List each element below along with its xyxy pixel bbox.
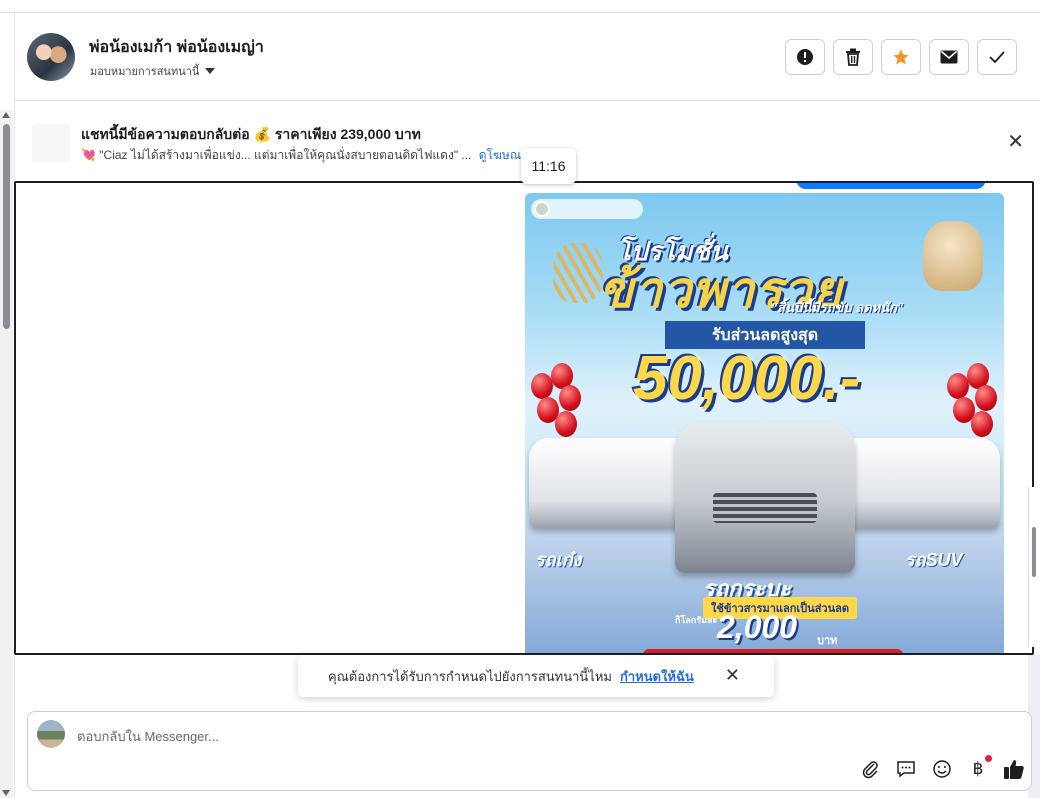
promo-image[interactable]: โปรโมชั่น ข้าวพารวย "สิ้นปีนี้มีรถขับ ลด… [525,193,1004,653]
emoji-icon [933,760,951,778]
right-scrollbar[interactable] [1028,487,1040,647]
scroll-up-icon[interactable] [2,112,10,118]
baht-label: บาท [817,635,838,647]
suv-label: รถSUV [905,550,963,570]
mark-unread-button[interactable] [929,39,969,75]
like-button[interactable] [1003,758,1025,780]
attach-icon [862,761,878,779]
assign-prompt-text: คุณต้องการได้รับการกำหนดไปยังการสนทนานี้… [328,668,612,684]
rice-price: 2,000 [717,609,798,645]
ad-description-text: 💘 "Ciaz ไม่ได้สร้างมาเพื่อแข่ง... แต่มาเ… [81,148,472,162]
promo-tagline: "สิ้นปีนี้มีรถขับ ลดหนัก" [771,300,904,315]
mark-done-button[interactable] [977,39,1017,75]
assign-to-me-link[interactable]: กำหนดให้ฉัน [620,666,694,687]
like-icon [1004,760,1024,779]
per-kg-label: กิโลกรัมละ [675,615,718,625]
balloons-right-icon [945,363,999,443]
close-icon[interactable]: ✕ [1007,132,1024,152]
contact-name[interactable]: พ่อน้องเมก้า พ่อน้องเมญ่า [89,35,264,60]
balloons-left-icon [529,363,583,443]
attach-button[interactable] [859,758,881,780]
ad-title: แชทนี้มีข้อความตอบกลับต่อ 💰 ราคาเพียง 23… [81,126,421,142]
close-icon[interactable]: ✕ [725,665,740,686]
star-button[interactable] [881,39,921,75]
reply-input[interactable]: ตอบกลับใน Messenger... [77,726,219,747]
message-time-tooltip: 11:16 [521,148,576,184]
trash-icon [846,48,860,66]
emoji-button[interactable] [931,758,953,780]
page-avatar [37,720,65,748]
alert-icon [797,49,813,65]
payment-button[interactable]: ฿ [967,755,992,780]
promo-headline-main: ข้าวพารวย [599,262,843,318]
caret-down-icon [205,68,216,74]
chat-icon [897,761,915,778]
reply-composer[interactable]: ตอบกลับใน Messenger... ฿ [27,711,1032,791]
report-button[interactable] [785,39,825,75]
saved-replies-button[interactable] [895,758,917,780]
ad-description: 💘 "Ciaz ไม่ได้สร้างมาเพื่อแข่ง... แต่มาเ… [81,146,528,165]
assign-dropdown[interactable]: มอบหมายการสนทนานี้ [90,62,216,80]
right-scrollbar-thumb[interactable] [1032,527,1036,577]
assign-prompt-toast: คุณต้องการได้รับการกำหนดไปยังการสนทนานี้… [298,655,774,697]
inbox-conversation-view: พ่อน้องเมก้า พ่อน้องเมญ่า มอบหมายการสนทน… [0,0,1040,798]
ad-thumbnail[interactable] [32,124,70,162]
delete-button[interactable] [833,39,873,75]
notification-dot [985,755,992,762]
sedan-label: รถเก๋ง [535,550,582,570]
scroll-down-icon[interactable] [2,790,10,796]
promo-amount: 50,000.- [633,344,861,413]
message-thread[interactable]: โปรโมชั่น ข้าวพารวย "สิ้นปีนี้มีรถขับ ลด… [14,181,1034,655]
scrollbar-thumb[interactable] [3,124,10,329]
star-icon [893,49,909,65]
rice-sack-icon [923,221,983,291]
assign-label: มอบหมายการสนทนานี้ [90,66,200,78]
dealer-logo [531,199,643,219]
truck-grille [713,493,817,523]
left-scrollbar[interactable] [0,110,13,798]
mail-icon [940,50,958,64]
suv-car-image [830,438,1000,528]
composer-toolbar: ฿ [859,755,1025,780]
pickup-truck-image [675,423,855,573]
avatar[interactable] [27,33,75,81]
wheat-icon [553,243,603,303]
outgoing-message-bubble[interactable] [796,183,986,189]
sedan-car-image [529,438,699,528]
conversation-header: พ่อน้องเมก้า พ่อน้องเมญ่า มอบหมายการสนทน… [15,13,1040,101]
baht-icon: ฿ [972,759,984,778]
check-icon [989,51,1005,63]
